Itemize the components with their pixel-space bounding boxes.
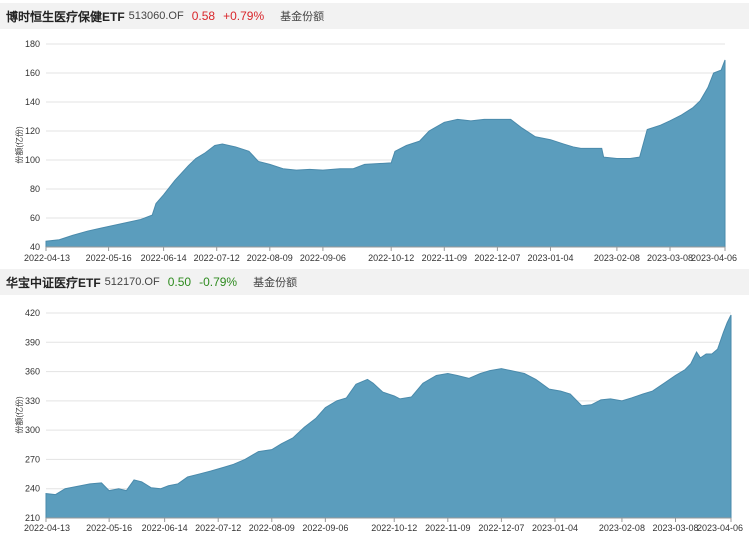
share-area-chart-1: 40 60 80 100 120 140 160 180 2022-04-13 2022-05-1… [14, 39, 737, 263]
y-tick-label: 60 [30, 213, 40, 223]
x-tick-label: 2022-06-14 [142, 523, 188, 533]
x-tick-label: 2023-02-08 [594, 253, 640, 263]
y-tick-label: 160 [25, 68, 40, 78]
y-tick-label: 390 [25, 337, 40, 347]
share-area-series[interactable] [45, 314, 732, 519]
y-tick-label: 100 [25, 155, 40, 165]
fund-metric-label: 基金份额 [253, 277, 298, 289]
x-tick-label: 2022-04-13 [24, 253, 70, 263]
x-tick-label: 2023-02-08 [599, 523, 645, 533]
fund-code: 513060.OF [128, 10, 184, 22]
x-tick-label: 2022-11-09 [422, 253, 467, 263]
x-tick-label: 2023-03-08 [647, 253, 693, 263]
fund-price: 0.58 [191, 9, 216, 23]
y-tick-label: 360 [25, 367, 40, 377]
x-tick-label: 2022-07-12 [194, 253, 240, 263]
x-tick-label: 2023-01-04 [527, 253, 573, 263]
fund-name[interactable]: 博时恒生医疗保健ETF [6, 8, 125, 25]
y-tick-label: 300 [25, 425, 40, 435]
y-tick-label: 270 [25, 454, 40, 464]
share-area-series[interactable] [45, 59, 726, 248]
y-axis-label: 份额(亿份) [14, 396, 24, 434]
y-tick-label: 80 [30, 184, 40, 194]
x-tick-label: 2022-09-06 [300, 253, 346, 263]
x-tick-label: 2022-12-07 [474, 253, 520, 263]
x-tick-label: 2023-04-06 [691, 253, 737, 263]
x-tick-label: 2022-11-09 [425, 523, 470, 533]
x-tick-label: 2022-10-12 [371, 523, 417, 533]
x-tick-label: 2022-05-16 [86, 523, 132, 533]
fund-price: 0.50 [167, 275, 192, 289]
x-tick-label: 2022-10-12 [368, 253, 414, 263]
y-tick-label: 180 [25, 39, 40, 49]
share-area-chart-2: 210 240 270 300 330 360 390 420 2022-04-13 2022-0… [14, 308, 743, 533]
y-tick-label: 240 [25, 484, 40, 494]
y-tick-label: 120 [25, 126, 40, 136]
x-tick-label: 2023-01-04 [532, 523, 578, 533]
fund-header-1: 博时恒生医疗保健ETF 513060.OF 0.58 +0.79% 基金份额 [0, 3, 749, 29]
x-tick-label: 2022-08-09 [249, 523, 295, 533]
x-tick-label: 2022-06-14 [141, 253, 187, 263]
x-tick-label: 2022-12-07 [478, 523, 524, 533]
fund-name[interactable]: 华宝中证医疗ETF [6, 274, 101, 291]
y-tick-label: 140 [25, 97, 40, 107]
fund-change: +0.79% [223, 9, 265, 23]
x-tick-label: 2022-07-12 [195, 523, 241, 533]
y-tick-label: 420 [25, 308, 40, 318]
x-tick-label: 2022-05-16 [86, 253, 132, 263]
y-tick-label: 40 [30, 242, 40, 252]
y-axis-label: 份额(亿份) [14, 126, 24, 164]
fund-header-2: 华宝中证医疗ETF 512170.OF 0.50 -0.79% 基金份额 [0, 269, 749, 295]
fund-metric-label: 基金份额 [280, 11, 325, 23]
y-tick-label: 210 [25, 513, 40, 523]
x-tick-label: 2022-09-06 [302, 523, 348, 533]
x-tick-label: 2022-08-09 [247, 253, 293, 263]
fund-code: 512170.OF [104, 276, 160, 288]
x-tick-label: 2023-03-08 [652, 523, 698, 533]
x-tick-label: 2022-04-13 [24, 523, 70, 533]
y-tick-label: 330 [25, 396, 40, 406]
x-tick-label: 2023-04-06 [697, 523, 743, 533]
fund-change: -0.79% [199, 275, 238, 289]
